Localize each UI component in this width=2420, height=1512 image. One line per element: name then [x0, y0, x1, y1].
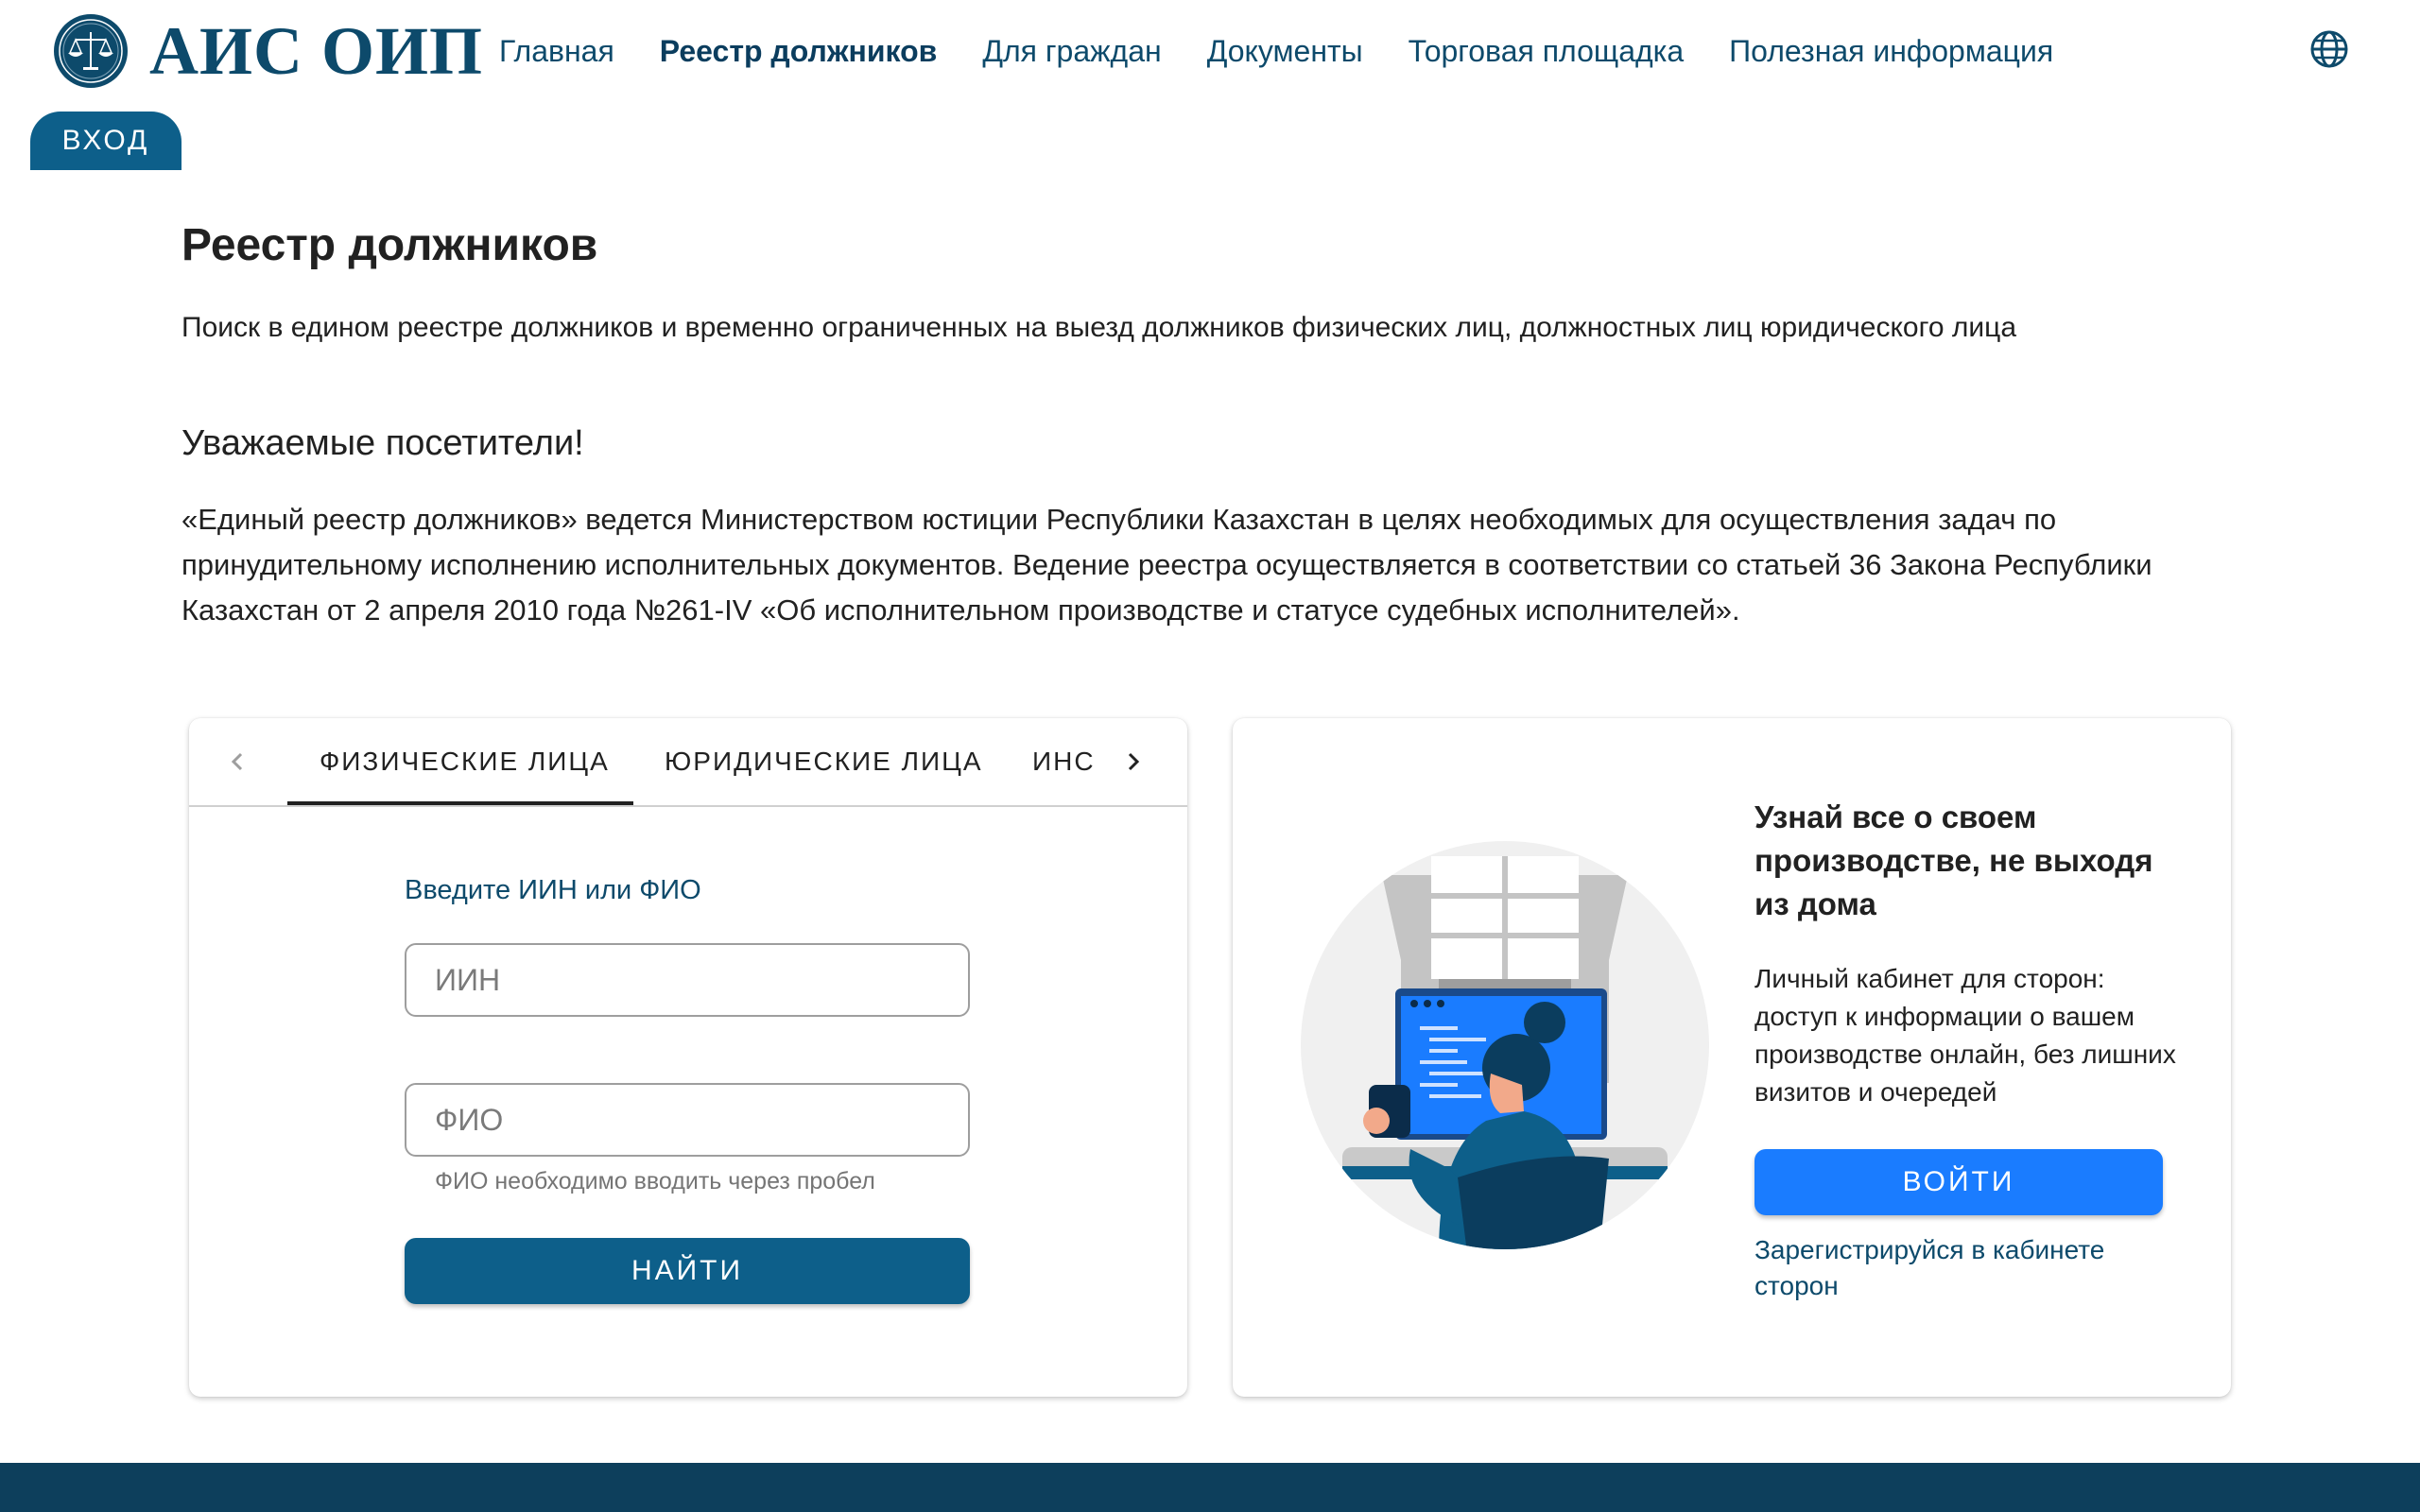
person-at-computer-illustration: [1301, 841, 1709, 1249]
nav-item-for-citizens[interactable]: Для граждан: [982, 34, 1161, 69]
enter-cabinet-button[interactable]: ВОЙТИ: [1754, 1149, 2163, 1215]
iin-input[interactable]: [405, 943, 970, 1017]
footer: [0, 1463, 2420, 1512]
nav-item-home[interactable]: Главная: [499, 34, 614, 69]
search-button[interactable]: НАЙТИ: [405, 1238, 970, 1304]
tabs-next-button[interactable]: [1112, 741, 1153, 782]
nav-item-documents[interactable]: Документы: [1207, 34, 1363, 69]
login-button[interactable]: ВХОД: [30, 112, 182, 170]
tab-individuals[interactable]: ФИЗИЧЕСКИЕ ЛИЦА: [320, 747, 610, 777]
page-subtitle: Поиск в едином реестре должников и време…: [182, 312, 2017, 343]
chevron-left-icon: [231, 752, 243, 771]
scales-emblem-icon: [54, 14, 128, 88]
nav-item-useful-info[interactable]: Полезная информация: [1729, 34, 2053, 69]
active-tab-indicator: [287, 801, 633, 805]
greeting-heading: Уважаемые посетители!: [182, 423, 584, 463]
nav-item-marketplace[interactable]: Торговая площадка: [1409, 34, 1685, 69]
search-tabs: ФИЗИЧЕСКИЕ ЛИЦА ЮРИДИЧЕСКИЕ ЛИЦА ИНС: [189, 718, 1187, 807]
search-card: ФИЗИЧЕСКИЕ ЛИЦА ЮРИДИЧЕСКИЕ ЛИЦА ИНС Вве…: [189, 718, 1187, 1397]
main-nav: Главная Реестр должников Для граждан Док…: [499, 28, 2099, 74]
globe-icon[interactable]: [2308, 28, 2350, 70]
page-title: Реестр должников: [182, 220, 598, 270]
search-form-label: Введите ИИН или ФИО: [405, 875, 701, 905]
register-link[interactable]: Зарегистрируйся в кабинете сторон: [1754, 1232, 2189, 1304]
promo-title: Узнай все о своем производстве, не выход…: [1754, 799, 2153, 921]
site-logo[interactable]: АИС ОИП: [53, 13, 483, 89]
tab-legal-entities[interactable]: ЮРИДИЧЕСКИЕ ЛИЦА: [665, 747, 983, 777]
fio-input[interactable]: [405, 1083, 970, 1157]
nav-item-debtors-registry[interactable]: Реестр должников: [660, 34, 938, 69]
fio-hint: ФИО необходимо вводить через пробел: [435, 1168, 875, 1194]
promo-text: Личный кабинет для сторон: доступ к инфо…: [1754, 964, 2176, 1107]
tabs-prev-button[interactable]: [217, 741, 259, 782]
logo-text: АИС ОИП: [149, 13, 484, 89]
tab-other[interactable]: ИНС: [1032, 747, 1095, 777]
chevron-right-icon: [1128, 752, 1140, 771]
intro-paragraph: «Единый реестр должников» ведется Минист…: [182, 503, 2152, 627]
promo-card: Узнай все о своем производстве, не выход…: [1233, 718, 2231, 1397]
